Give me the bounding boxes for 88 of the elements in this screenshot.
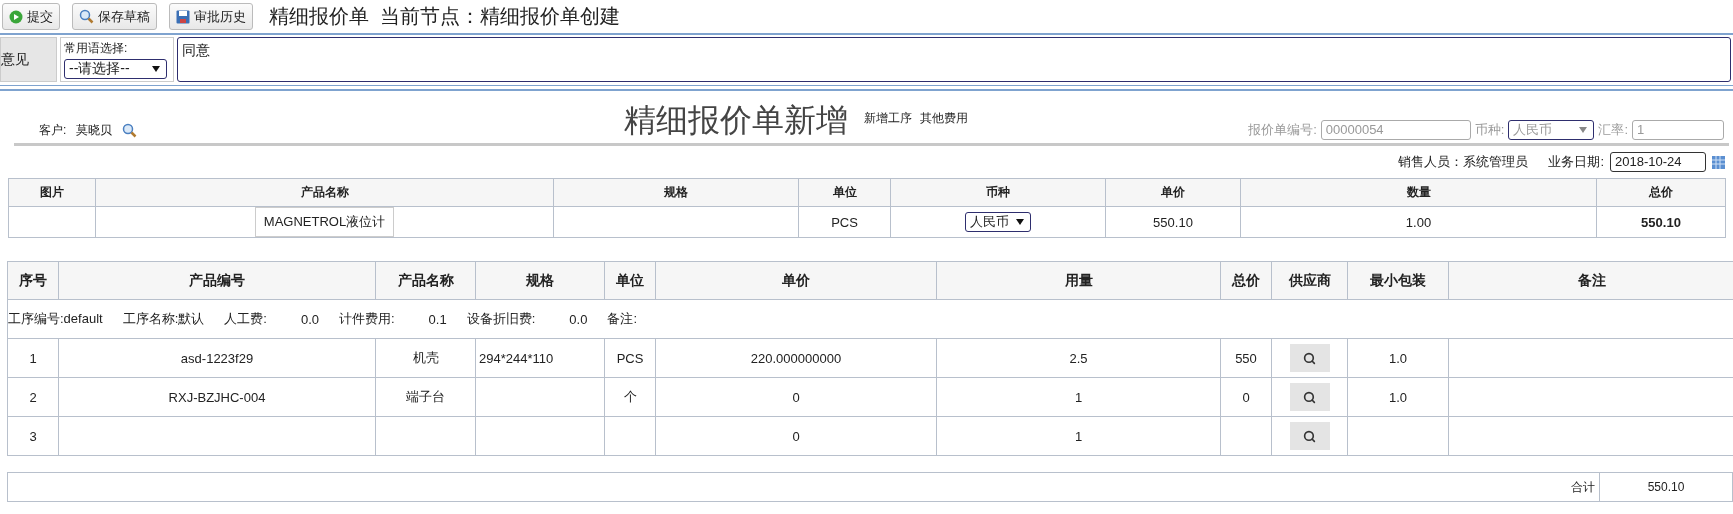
- currency-select[interactable]: 人民币: [965, 212, 1031, 232]
- opinion-field[interactable]: 同意: [177, 37, 1731, 82]
- search-icon: [1303, 390, 1316, 404]
- column-header: 单位: [604, 261, 656, 300]
- rate-label: 汇率:: [1598, 121, 1628, 139]
- phrase-select[interactable]: --请选择--: [64, 59, 167, 79]
- table-cell: 550.10: [1596, 206, 1726, 238]
- table-cell: 220.000000000: [655, 338, 937, 378]
- quote-number-label: 报价单编号:: [1248, 121, 1317, 139]
- calendar-icon[interactable]: [1712, 155, 1725, 169]
- table-cell: 1.00: [1240, 206, 1597, 238]
- date-label: 业务日期:: [1548, 153, 1604, 171]
- table-cell: 个: [604, 377, 656, 417]
- column-header: 序号: [7, 261, 59, 300]
- search-icon: [1303, 429, 1316, 443]
- column-header: 供应商: [1271, 261, 1348, 300]
- process-info-text: 计件费用:: [339, 310, 395, 328]
- table-cell: 1.0: [1347, 338, 1449, 378]
- column-header: 总价: [1596, 178, 1726, 207]
- supplier-search-button[interactable]: [1289, 344, 1330, 372]
- table-cell: PCS: [604, 338, 656, 378]
- table-cell: 0: [655, 416, 937, 456]
- table-cell: 2.5: [936, 338, 1221, 378]
- table-cell: 端子台: [375, 377, 476, 417]
- total-value: 550.10: [1599, 473, 1732, 501]
- search-icon: [122, 123, 138, 138]
- customer-name: 莫晓贝: [76, 122, 113, 139]
- toolbar-button[interactable]: 提交: [2, 3, 60, 30]
- phrase-label: 常用语选择:: [64, 40, 129, 57]
- table-cell: asd-1223f29: [58, 338, 376, 378]
- process-info-text: 工序编号:default: [8, 310, 103, 328]
- play-icon: [9, 9, 23, 24]
- table-cell: 0: [655, 377, 937, 417]
- table-cell: 1: [936, 416, 1221, 456]
- product-name-field[interactable]: MAGNETROL液位计: [254, 207, 395, 237]
- column-header: 最小包装: [1347, 261, 1449, 300]
- table-cell: 294*244*110: [475, 338, 605, 378]
- column-header: 规格: [553, 178, 799, 207]
- search-icon: [1303, 351, 1316, 365]
- column-header: 数量: [1240, 178, 1597, 207]
- table-cell: 3: [7, 416, 59, 456]
- header-link[interactable]: 新增工序: [864, 110, 912, 127]
- table-cell: 机壳: [375, 338, 476, 378]
- toolbar-button[interactable]: 审批历史: [169, 3, 253, 30]
- caret-icon: [152, 66, 160, 72]
- form-title: 精细报价单新增: [624, 101, 848, 140]
- table-cell: 550.10: [1105, 206, 1241, 238]
- total-label: 合计: [1571, 478, 1595, 496]
- caret-icon: [1579, 127, 1588, 133]
- process-info-text: 人工费:: [224, 310, 267, 328]
- process-info-text: 0.0: [300, 311, 319, 327]
- process-info-text: 设备折旧费:: [466, 310, 536, 328]
- table-cell: 2: [7, 377, 59, 417]
- table-cell: 1: [7, 338, 59, 378]
- table-cell: PCS: [798, 206, 891, 238]
- process-info-text: 0.0: [569, 311, 588, 327]
- column-header: 币种: [890, 178, 1106, 207]
- supplier-search-button[interactable]: [1289, 422, 1330, 450]
- salesperson-text: 销售人员：系统管理员: [1398, 153, 1529, 171]
- column-header: 单价: [1105, 178, 1241, 207]
- process-info-text: 0.1: [428, 311, 447, 327]
- toolbar-button[interactable]: 保存草稿: [72, 3, 157, 30]
- supplier-search-button[interactable]: [1289, 383, 1330, 411]
- caret-icon: [1016, 219, 1024, 225]
- column-header: 产品名称: [95, 178, 554, 207]
- column-header: 规格: [475, 261, 605, 300]
- column-header: 单位: [798, 178, 891, 207]
- date-field[interactable]: 2018-10-24: [1610, 152, 1706, 172]
- header-link[interactable]: 其他费用: [920, 110, 968, 127]
- currency-label: 币种:: [1474, 121, 1505, 139]
- table-cell: 0: [1220, 377, 1272, 417]
- column-header: 用量: [936, 261, 1221, 300]
- opinion-label: 意见: [0, 37, 57, 82]
- column-header: 产品编号: [58, 261, 376, 300]
- search-icon: [79, 9, 94, 24]
- customer-label: 客户:: [39, 122, 67, 139]
- page-title: 精细报价单 当前节点：精细报价单创建: [269, 4, 621, 29]
- column-header: 产品名称: [375, 261, 476, 300]
- table-cell: RXJ-BZJHC-004: [58, 377, 376, 417]
- column-header: 备注: [1448, 261, 1733, 300]
- column-header: 图片: [8, 178, 96, 207]
- column-header: 总价: [1220, 261, 1272, 300]
- table-cell: 1.0: [1347, 377, 1449, 417]
- process-info-text: 工序名称:默认: [122, 310, 205, 328]
- table-cell: 550: [1220, 338, 1272, 378]
- column-header: 单价: [655, 261, 937, 300]
- table-cell: 1: [936, 377, 1221, 417]
- process-info-text: 备注:: [607, 310, 637, 328]
